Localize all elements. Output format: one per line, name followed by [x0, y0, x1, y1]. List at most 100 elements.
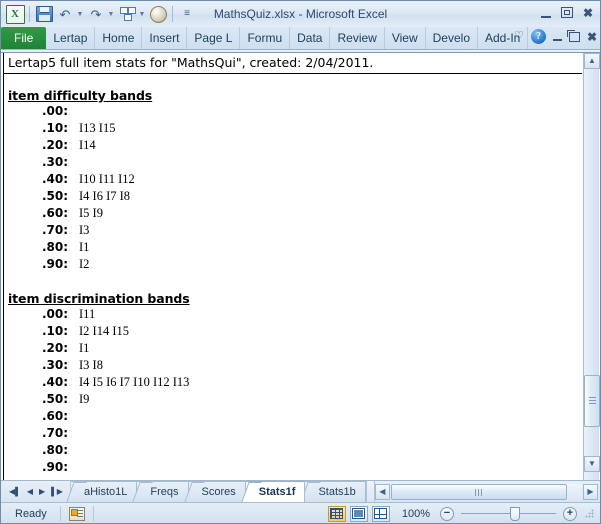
- horizontal-scrollbar-thumb[interactable]: [390, 483, 567, 500]
- horizontal-scrollbar-track[interactable]: [390, 483, 582, 500]
- status-mode-label: Ready: [15, 507, 47, 520]
- band-row: .80: I1: [4, 239, 582, 256]
- band-items: I2: [79, 257, 90, 271]
- sheet-tab-label: Freqs: [150, 486, 179, 498]
- sheet-tabs: aHisto1L Freqs Scores Stats1f Stats1b: [70, 481, 366, 502]
- zoom-out-button[interactable]: −: [440, 506, 454, 521]
- band-row: .60: I5 I9: [4, 205, 582, 222]
- band-row: .90: I2: [4, 256, 582, 273]
- band-items: I4 I6 I7 I8: [79, 189, 131, 203]
- band-row: .40: I10 I11 I12: [4, 171, 582, 188]
- zoom-slider[interactable]: [461, 506, 556, 521]
- status-divider-1: [59, 506, 61, 521]
- first-sheet-icon[interactable]: ◀▌: [9, 487, 21, 496]
- workbook-restore-icon[interactable]: [566, 29, 580, 42]
- sheet-tab-stats1f[interactable]: Stats1f: [245, 481, 306, 502]
- sheet-tab-stats1b[interactable]: Stats1b: [305, 481, 366, 502]
- report-content[interactable]: Lertap5 full item stats for "MathsQui", …: [3, 53, 582, 480]
- sheet-tab-ahisto1l[interactable]: aHisto1L: [70, 481, 138, 502]
- view-normal[interactable]: [327, 505, 346, 522]
- horizontal-scrollbar[interactable]: ◀ ▶: [374, 481, 600, 502]
- minimize-icon[interactable]: [538, 5, 554, 20]
- tab-formulas[interactable]: Formu: [240, 27, 291, 49]
- tab-insert[interactable]: Insert: [142, 27, 188, 49]
- restore-icon[interactable]: [559, 5, 575, 20]
- tab-data[interactable]: Data: [290, 27, 331, 49]
- undo-icon[interactable]: ↶: [55, 4, 75, 24]
- section-item-difficulty-bands: item difficulty bands .00: .10: I13 I15 …: [4, 88, 582, 273]
- band-row: .80:: [4, 442, 582, 459]
- sheet-tab-scores[interactable]: Scores: [188, 481, 246, 502]
- prev-sheet-icon[interactable]: ◀: [27, 487, 33, 496]
- band-row: .20: I14: [4, 137, 582, 154]
- band-label: .60:: [42, 409, 69, 423]
- last-sheet-icon[interactable]: ▌▶: [51, 487, 63, 496]
- tab-home[interactable]: Home: [95, 27, 143, 49]
- band-row: .70:: [4, 425, 582, 442]
- band-items: I11: [79, 307, 96, 321]
- band-items: I5 I9: [79, 206, 103, 220]
- workbook-minimize-icon[interactable]: [552, 32, 562, 41]
- band-row: .50: I4 I6 I7 I8: [4, 188, 582, 205]
- minimize-ribbon-icon[interactable]: ♡: [514, 31, 524, 42]
- vertical-scrollbar[interactable]: ▲ ▼: [583, 53, 600, 480]
- band-label: .50:: [42, 392, 69, 406]
- scroll-up-icon[interactable]: ▲: [584, 53, 600, 69]
- band-row: .60:: [4, 408, 582, 425]
- title-bar: X ↶ ▼ ↷ ▼ ▼ ≡ MathsQuiz.xlsx - Microsoft…: [1, 1, 600, 27]
- tab-lertap[interactable]: Lertap: [46, 27, 96, 49]
- quick-print-icon[interactable]: [117, 4, 137, 24]
- band-items: I10 I11 I12: [79, 172, 135, 186]
- sheet-tab-label: Scores: [201, 486, 236, 498]
- band-row: .40: I4 I5 I6 I7 I10 I12 I13: [4, 374, 582, 391]
- tab-page-layout[interactable]: Page L: [187, 27, 241, 49]
- band-label: .80:: [42, 443, 69, 457]
- tab-developer[interactable]: Develo: [426, 27, 478, 49]
- excel-app-icon[interactable]: X: [5, 4, 25, 24]
- tab-split-handle[interactable]: [365, 481, 375, 502]
- sheet-tab-label: Stats1b: [318, 486, 356, 498]
- band-items: I4 I5 I6 I7 I10 I12 I13: [79, 375, 190, 389]
- band-items: I1: [79, 341, 90, 355]
- scroll-right-icon[interactable]: ▶: [583, 483, 598, 500]
- next-sheet-icon[interactable]: ▶: [39, 487, 45, 496]
- band-items: I2 I14 I15: [79, 324, 129, 338]
- redo-icon[interactable]: ↷: [86, 4, 106, 24]
- customize-qat-icon[interactable]: ≡: [177, 4, 197, 24]
- scroll-down-icon[interactable]: ▼: [584, 456, 600, 472]
- band-row: .30: I3 I8: [4, 357, 582, 374]
- sheet-tab-label: Stats1f: [258, 486, 296, 498]
- band-items: I3: [79, 223, 90, 237]
- band-row: .10: I13 I15: [4, 120, 582, 137]
- view-page-break-preview[interactable]: [371, 505, 390, 522]
- view-page-layout[interactable]: [349, 505, 368, 522]
- tab-view[interactable]: View: [385, 27, 426, 49]
- band-label: .70:: [42, 223, 69, 237]
- close-icon[interactable]: ✖: [580, 5, 596, 20]
- qat-divider-1: [29, 6, 30, 22]
- vertical-scrollbar-thumb[interactable]: [584, 375, 600, 427]
- lertap-globe-icon[interactable]: [148, 4, 168, 24]
- quick-print-dropdown-icon[interactable]: ▼: [138, 4, 147, 24]
- zoom-slider-thumb[interactable]: [510, 506, 520, 521]
- report-header-line: Lertap5 full item stats for "MathsQui", …: [4, 53, 582, 74]
- save-icon[interactable]: [34, 4, 54, 24]
- scroll-left-icon[interactable]: ◀: [374, 483, 390, 500]
- undo-dropdown-icon[interactable]: ▼: [76, 4, 85, 24]
- redo-dropdown-icon[interactable]: ▼: [107, 4, 116, 24]
- tab-review[interactable]: Review: [330, 27, 385, 49]
- qat-divider-2: [172, 6, 173, 22]
- resize-grip-icon[interactable]: [585, 508, 595, 519]
- band-label: .00:: [42, 307, 69, 321]
- band-items: I13 I15: [79, 121, 116, 135]
- help-icon[interactable]: ?: [530, 29, 546, 44]
- sheet-tab-freqs[interactable]: Freqs: [137, 481, 189, 502]
- band-items: I3 I8: [79, 358, 103, 372]
- band-items: I9: [79, 392, 90, 406]
- workbook-close-icon[interactable]: ✖: [587, 31, 597, 43]
- tab-file[interactable]: File: [1, 27, 47, 49]
- sheet-nav-buttons: ◀▌ ◀ ▶ ▌▶: [1, 481, 71, 502]
- band-label: .60:: [42, 206, 69, 220]
- zoom-in-button[interactable]: +: [563, 506, 577, 521]
- record-macro-icon[interactable]: [68, 506, 85, 521]
